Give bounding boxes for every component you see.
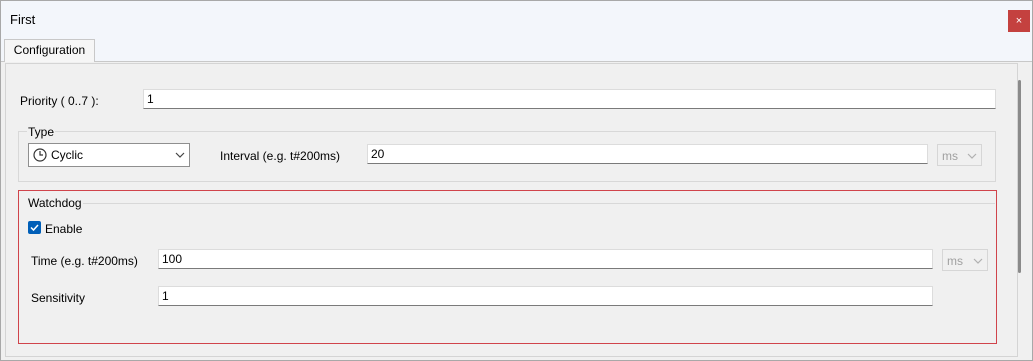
close-icon: × — [1015, 15, 1023, 27]
type-select-value: Cyclic — [51, 148, 83, 162]
clock-icon — [33, 148, 47, 162]
time-value: 100 — [162, 252, 183, 266]
close-button[interactable]: × — [1008, 10, 1030, 32]
sensitivity-label: Sensitivity — [31, 291, 86, 305]
dialog-window: First × Configuration Priority ( 0..7 ):… — [0, 0, 1033, 361]
priority-input[interactable]: 1 — [143, 89, 996, 109]
interval-input[interactable]: 20 — [367, 144, 928, 164]
tab-configuration[interactable]: Configuration — [4, 39, 95, 62]
watchdog-divider — [27, 203, 995, 204]
chevron-down-icon — [175, 152, 185, 158]
tab-strip: Configuration — [1, 37, 1032, 62]
type-select[interactable]: Cyclic — [28, 143, 190, 167]
priority-value: 1 — [147, 92, 154, 106]
chevron-down-icon — [973, 258, 983, 264]
tab-label: Configuration — [13, 43, 86, 57]
scrollbar-thumb[interactable] — [1018, 80, 1021, 273]
watchdog-group-label: Watchdog — [27, 196, 83, 210]
vertical-scrollbar[interactable] — [1018, 63, 1030, 357]
time-unit-select[interactable]: ms — [942, 249, 988, 271]
interval-unit-value: ms — [942, 149, 958, 163]
priority-label: Priority ( 0..7 ): — [20, 94, 99, 108]
enable-label[interactable]: Enable — [45, 222, 82, 236]
sensitivity-input[interactable]: 1 — [158, 286, 933, 306]
time-input[interactable]: 100 — [158, 249, 933, 269]
interval-unit-select[interactable]: ms — [937, 144, 982, 166]
interval-label: Interval (e.g. t#200ms) — [220, 149, 341, 163]
time-unit-value: ms — [947, 254, 963, 268]
window-title: First — [10, 12, 36, 27]
enable-checkbox[interactable] — [28, 221, 41, 234]
time-label: Time (e.g. t#200ms) — [31, 254, 138, 268]
title-bar: First × — [1, 1, 1032, 37]
interval-value: 20 — [371, 147, 385, 161]
sensitivity-value: 1 — [162, 289, 169, 303]
checkmark-icon — [30, 224, 39, 232]
chevron-down-icon — [967, 153, 977, 159]
type-group-label: Type — [27, 125, 56, 139]
